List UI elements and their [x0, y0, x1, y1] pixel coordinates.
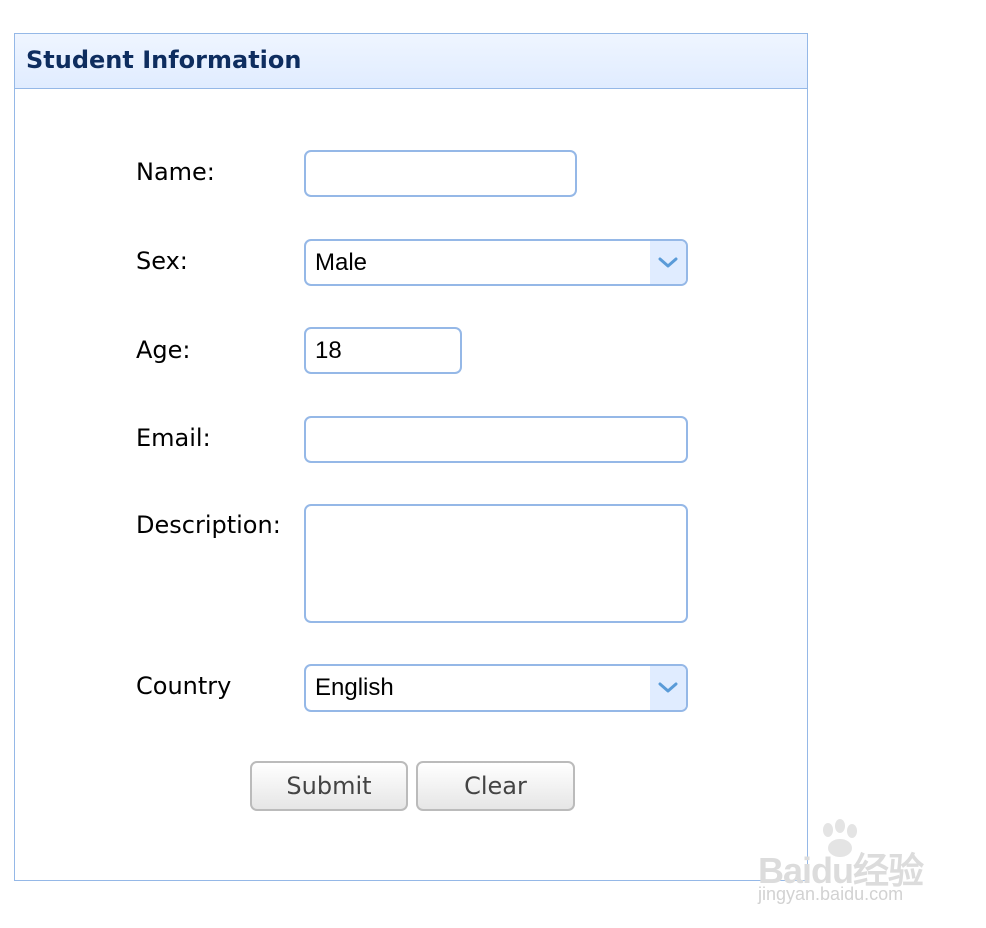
- country-select[interactable]: English: [304, 664, 688, 712]
- country-select-value: English: [315, 674, 394, 701]
- panel-title: Student Information: [26, 46, 302, 74]
- age-label: Age:: [136, 336, 191, 364]
- country-select-arrow[interactable]: [650, 666, 686, 710]
- submit-button[interactable]: Submit: [250, 761, 408, 811]
- clear-button[interactable]: Clear: [416, 761, 575, 811]
- email-label: Email:: [136, 424, 211, 452]
- sex-select-arrow[interactable]: [650, 241, 686, 284]
- submit-button-label: Submit: [286, 772, 372, 800]
- sex-label: Sex:: [136, 247, 188, 275]
- sex-select[interactable]: Male: [304, 239, 688, 286]
- student-info-panel: Student Information Name: Sex: Male Age:…: [14, 33, 808, 881]
- panel-header: Student Information: [15, 34, 807, 89]
- name-input[interactable]: [304, 150, 577, 197]
- clear-button-label: Clear: [464, 772, 527, 800]
- chevron-down-icon: [658, 257, 678, 267]
- country-label: Country: [136, 672, 232, 700]
- age-input[interactable]: [304, 327, 462, 374]
- watermark-url: jingyan.baidu.com: [758, 884, 904, 904]
- sex-select-value: Male: [315, 249, 368, 276]
- chevron-down-icon: [658, 682, 678, 693]
- email-input[interactable]: [304, 416, 688, 463]
- description-textarea[interactable]: [304, 504, 688, 623]
- name-label: Name:: [136, 158, 215, 186]
- description-label: Description:: [136, 511, 281, 539]
- baidu-jingyan-watermark: Baidu经验 jingyan.baidu.com: [752, 818, 942, 913]
